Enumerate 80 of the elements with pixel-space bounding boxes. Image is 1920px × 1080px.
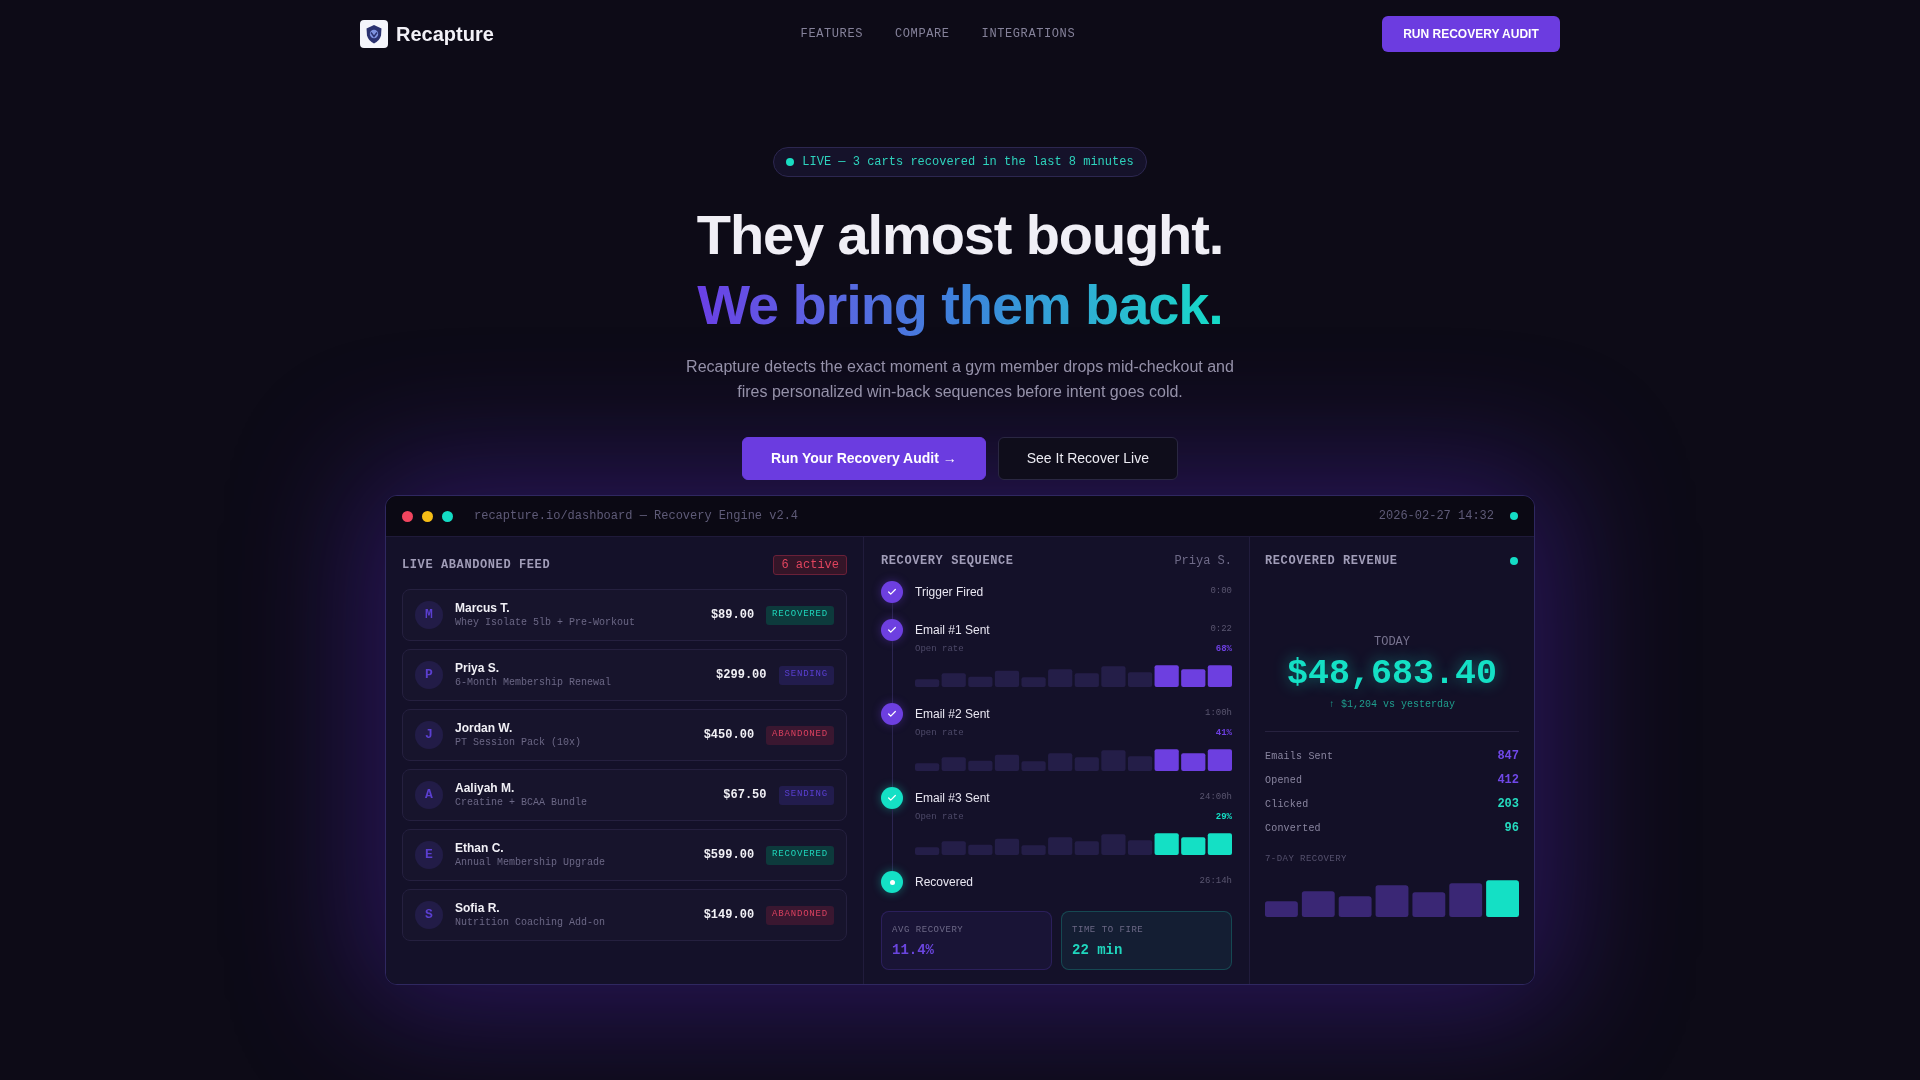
metric-count: 96	[1504, 820, 1519, 837]
step-time: 1:00h	[1205, 707, 1232, 721]
metric-value: 29%	[1215, 811, 1232, 825]
stat-label: TIME TO FIRE	[1072, 924, 1145, 936]
stat-value: 22 min	[1072, 942, 1124, 958]
window-url: recapture.io/dashboard — Recovery Engine v2.4	[474, 508, 799, 525]
cart-item: Annual Membership Upgrade	[455, 855, 606, 870]
step-label: Recovered	[915, 874, 974, 891]
audit-cta-button[interactable]: Run Your Recovery Audit →	[742, 437, 986, 480]
cart-item: PT Session Pack (10x)	[455, 735, 582, 750]
brand-name: Recapture	[396, 22, 494, 47]
status-badge: ABANDONED	[766, 725, 834, 745]
status-badge: RECOVERED	[766, 845, 834, 865]
revenue-change: ↑ $1,204 vs yesterday	[1328, 698, 1456, 712]
metric-label: Open rate	[915, 643, 964, 657]
cart-price: $67.50	[723, 787, 767, 804]
status-badge: ABANDONED	[766, 905, 834, 925]
cart-item: 6-Month Membership Renewal	[455, 675, 612, 690]
revenue-amount: $48,683.40	[1285, 654, 1498, 694]
avatar: S	[415, 901, 443, 929]
customer-name: Jordan W.	[455, 720, 514, 736]
step-label: Email #2 Sent	[915, 706, 990, 723]
step-time: 26:14h	[1199, 875, 1232, 889]
cart-item: Nutrition Coaching Add-on	[455, 915, 606, 930]
metric-value: 41%	[1215, 727, 1232, 741]
metric-name: Opened	[1265, 773, 1303, 788]
logo-icon	[360, 20, 388, 48]
customer-name: Aaliyah M.	[455, 780, 516, 796]
nav-link[interactable]: INTEGRATIONS	[981, 25, 1076, 43]
live-demo-button[interactable]: See It Recover Live	[997, 437, 1178, 480]
cart-price: $89.00	[710, 607, 755, 624]
panel-title: RECOVERY SEQUENCE	[881, 553, 1014, 570]
trend-title: 7-DAY RECOVERY	[1265, 853, 1348, 865]
metric-label: Open rate	[915, 811, 964, 825]
avatar: M	[415, 601, 443, 629]
step-time: 0:22	[1210, 623, 1232, 637]
status-badge: SENDING	[778, 785, 834, 805]
panel-title: LIVE ABANDONED FEED	[402, 557, 551, 574]
stat-label: AVG RECOVERY	[892, 924, 965, 936]
live-status-text: LIVE — 3 carts recovered in the last 8 minutes	[802, 154, 1134, 171]
panel-title: RECOVERED REVENUE	[1265, 553, 1398, 570]
customer-name: Ethan C.	[455, 840, 505, 856]
status-badge: SENDING	[778, 665, 834, 685]
metric-label: Open rate	[915, 727, 964, 741]
avatar: E	[415, 841, 443, 869]
period-label: TODAY	[1373, 634, 1411, 650]
nav-link[interactable]: COMPARE	[895, 25, 950, 43]
step-time: 0:00	[1210, 585, 1232, 599]
cart-item: Creatine + BCAA Bundle	[455, 795, 588, 810]
cart-item: Whey Isolate 5lb + Pre-Workout	[455, 615, 636, 630]
customer-name: Sofia R.	[455, 900, 501, 916]
step-time: 24:00h	[1199, 791, 1232, 805]
avatar: P	[415, 661, 443, 689]
metric-value: 68%	[1215, 643, 1232, 657]
sequence-customer: Priya S.	[1174, 553, 1232, 570]
customer-name: Priya S.	[455, 660, 501, 676]
step-label: Email #1 Sent	[915, 622, 990, 639]
metric-name: Clicked	[1265, 797, 1309, 812]
metric-count: 203	[1497, 796, 1519, 813]
audit-button[interactable]: RUN RECOVERY AUDIT	[1382, 16, 1560, 52]
cart-price: $450.00	[703, 727, 755, 744]
metric-count: 412	[1497, 772, 1519, 789]
timestamp: 2026-02-27 14:32	[1378, 508, 1494, 525]
hero-subtitle: Recapture detects the exact moment a gym member drops mid-checkout and fires personalized win-back sequences before intent goes cold.	[685, 357, 1235, 402]
cart-price: $599.00	[703, 847, 755, 864]
customer-name: Marcus T.	[455, 600, 511, 616]
nav-link[interactable]: FEATURES	[800, 25, 863, 43]
metric-name: Emails Sent	[1265, 749, 1334, 764]
step-label: Email #3 Sent	[915, 790, 990, 807]
metric-count: 847	[1497, 748, 1519, 765]
metric-name: Converted	[1265, 821, 1321, 836]
headline: They almost bought.	[696, 202, 1224, 268]
status-badge: RECOVERED	[766, 605, 834, 625]
avatar: J	[415, 721, 443, 749]
cart-price: $299.00	[716, 667, 767, 684]
avatar: A	[415, 781, 443, 809]
stat-value: 11.4%	[892, 942, 935, 958]
step-label: Trigger Fired	[915, 584, 984, 601]
cart-price: $149.00	[703, 907, 755, 924]
active-count-badge: 6 active	[773, 555, 847, 575]
